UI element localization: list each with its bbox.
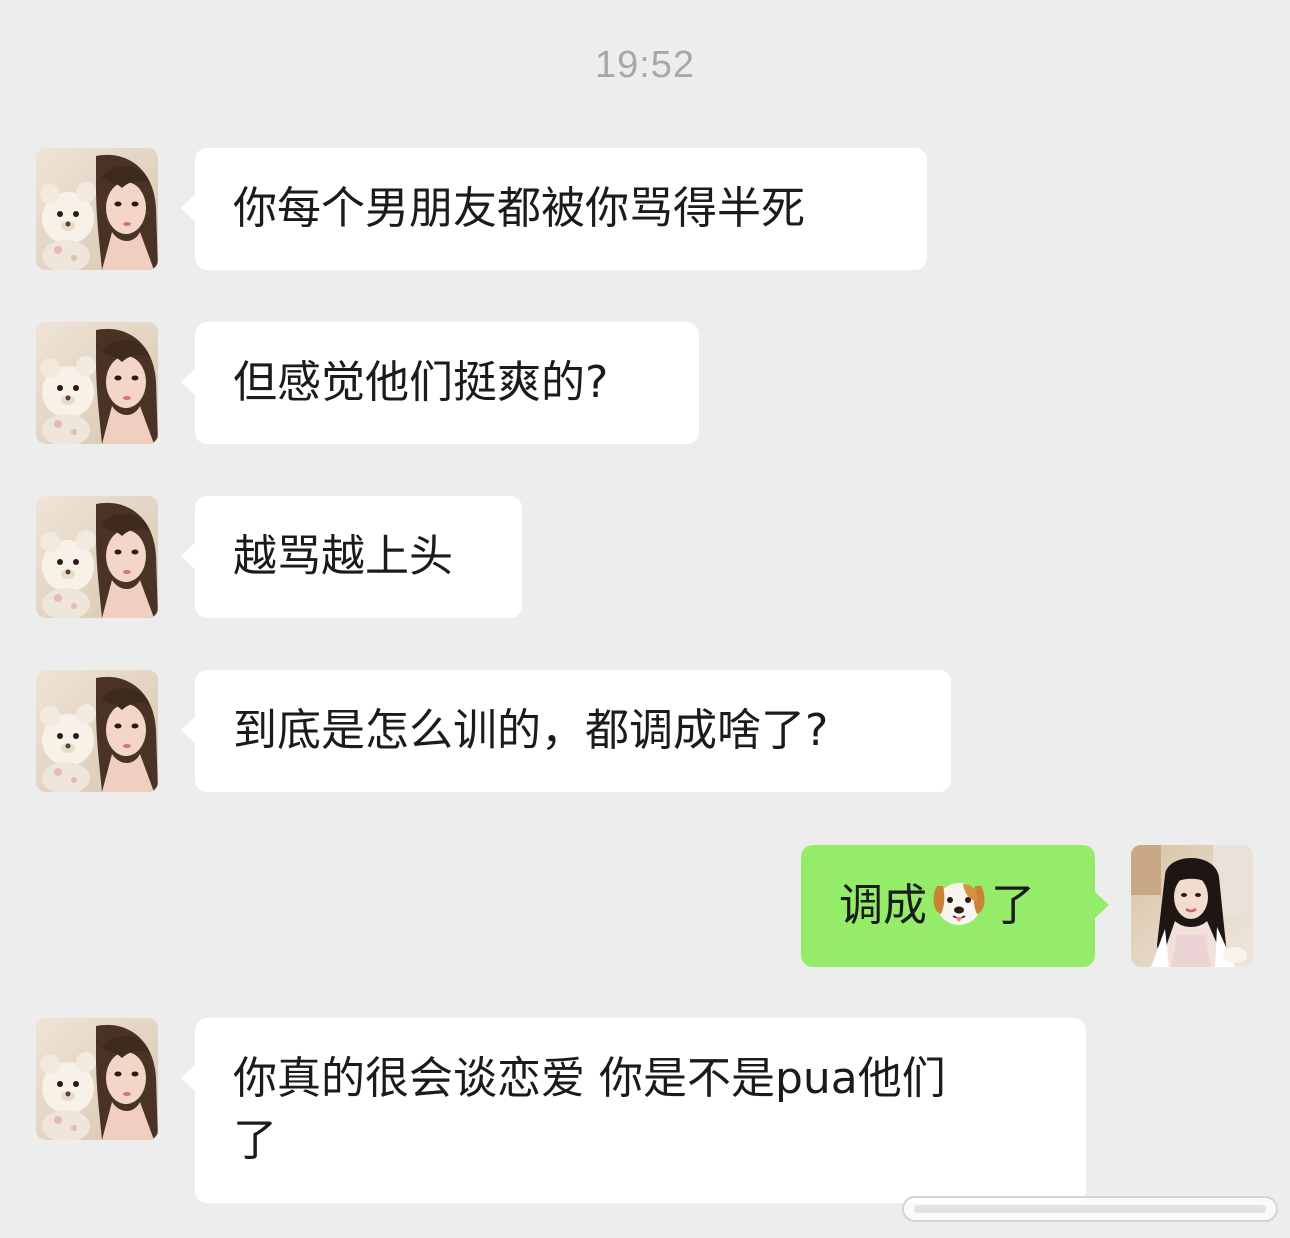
message-timestamp: 19:52 — [594, 44, 696, 86]
message-bubble[interactable]: 你真的很会谈恋爱 你是不是pua他们 了 — [181, 1018, 1086, 1203]
message-text: 了 — [991, 880, 1035, 931]
message-text: 到底是怎么训的，都调成啥了? — [233, 705, 829, 756]
avatar-girl-with-teddy-bear-icon — [36, 496, 158, 618]
message-bubble-self[interactable]: 调成 了 — [801, 845, 1109, 967]
contact-avatar[interactable] — [36, 496, 158, 618]
contact-avatar[interactable] — [36, 148, 158, 270]
contact-avatar[interactable] — [36, 322, 158, 444]
self-avatar[interactable] — [1131, 845, 1253, 967]
message-text: 调成 — [839, 880, 927, 931]
dog-face-icon — [933, 883, 985, 925]
avatar-girl-with-teddy-bear-icon — [36, 670, 158, 792]
message-bubble[interactable]: 但感觉他们挺爽的? — [181, 322, 699, 444]
avatar-girl-with-teddy-bear-icon — [36, 148, 158, 270]
message-text: 越骂越上头 — [233, 531, 453, 582]
avatar-girl-with-teddy-bear-icon — [36, 322, 158, 444]
chat-window[interactable]: 19:52 你每个男朋友都被你骂得半死 但感觉他们挺爽的? 越骂越上头 到底是怎… — [0, 0, 1290, 1238]
avatar-girl-long-hair-icon — [1131, 845, 1253, 967]
contact-avatar[interactable] — [36, 1018, 158, 1140]
message-text: 你每个男朋友都被你骂得半死 — [233, 183, 805, 234]
contact-avatar[interactable] — [36, 670, 158, 792]
avatar-girl-with-teddy-bear-icon — [36, 1018, 158, 1140]
message-bubble[interactable]: 到底是怎么训的，都调成啥了? — [181, 670, 951, 792]
message-text: 但感觉他们挺爽的? — [233, 357, 609, 408]
message-bubble[interactable]: 你每个男朋友都被你骂得半死 — [181, 148, 927, 270]
message-text-line: 了 — [233, 1115, 277, 1166]
message-text-line: 你真的很会谈恋爱 你是不是pua他们 — [233, 1053, 946, 1104]
watermark — [902, 1196, 1278, 1222]
message-bubble[interactable]: 越骂越上头 — [181, 496, 522, 618]
